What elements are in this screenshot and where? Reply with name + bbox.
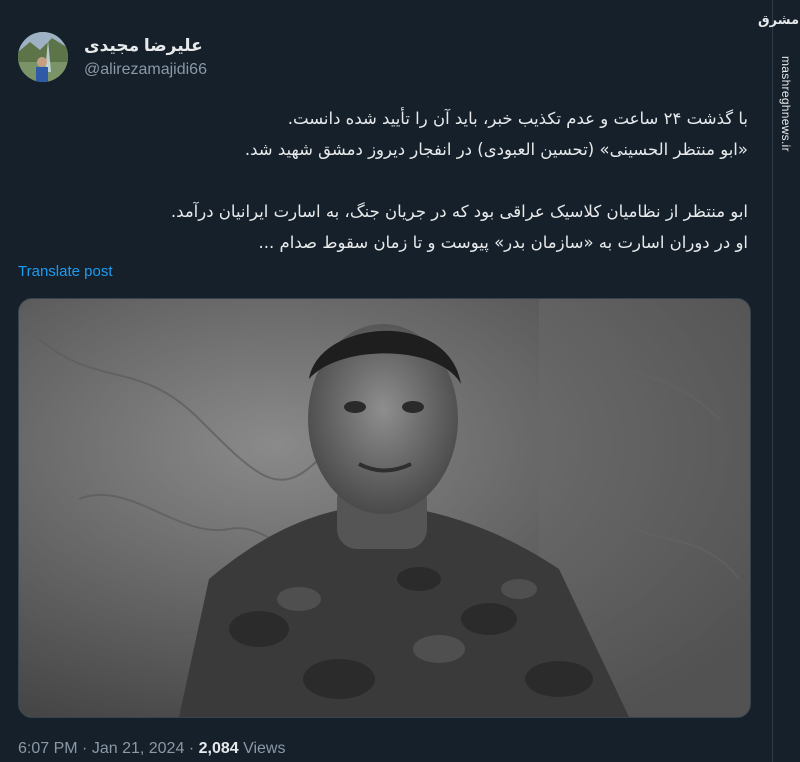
avatar[interactable] (18, 32, 68, 82)
watermark-site: mashreghnews.ir (779, 56, 793, 152)
watermark-logo: مشرق (758, 13, 799, 28)
tweet-line: «ابو منتظر الحسینی» (تحسین العبودی) در ا… (244, 140, 748, 159)
user-handle[interactable]: @alirezamajidi66 (84, 61, 207, 79)
tweet-time[interactable]: 6:07 PM (18, 740, 78, 757)
watermark: مشرق mashreghnews.ir (758, 0, 800, 762)
tweet-line: او در دوران اسارت به «سازمان بدر» پیوست … (258, 233, 748, 252)
tweet-date[interactable]: Jan 21, 2024 (92, 740, 185, 757)
tweet-line: با گذشت ۲۴ ساعت و عدم تکذیب خبر، باید آن… (287, 109, 748, 128)
meta-separator: · (188, 740, 195, 757)
tweet-line: ابو منتظر از نظامیان کلاسیک عراقی بود که… (170, 202, 748, 221)
tweet: علیرضا مجیدی @alirezamajidi66 با گذشت ۲۴… (0, 0, 770, 762)
translate-post-link[interactable]: Translate post (18, 263, 113, 280)
views-count: 2,084 (198, 740, 239, 757)
tweet-photo[interactable] (18, 298, 751, 718)
tweet-meta: 6:07 PM · Jan 21, 2024 · 2,084 Views (18, 740, 285, 758)
views-label: Views (243, 740, 286, 757)
display-name[interactable]: علیرضا مجیدی (84, 36, 203, 56)
meta-separator: · (82, 740, 88, 757)
tweet-text: با گذشت ۲۴ ساعت و عدم تکذیب خبر، باید آن… (18, 103, 748, 258)
